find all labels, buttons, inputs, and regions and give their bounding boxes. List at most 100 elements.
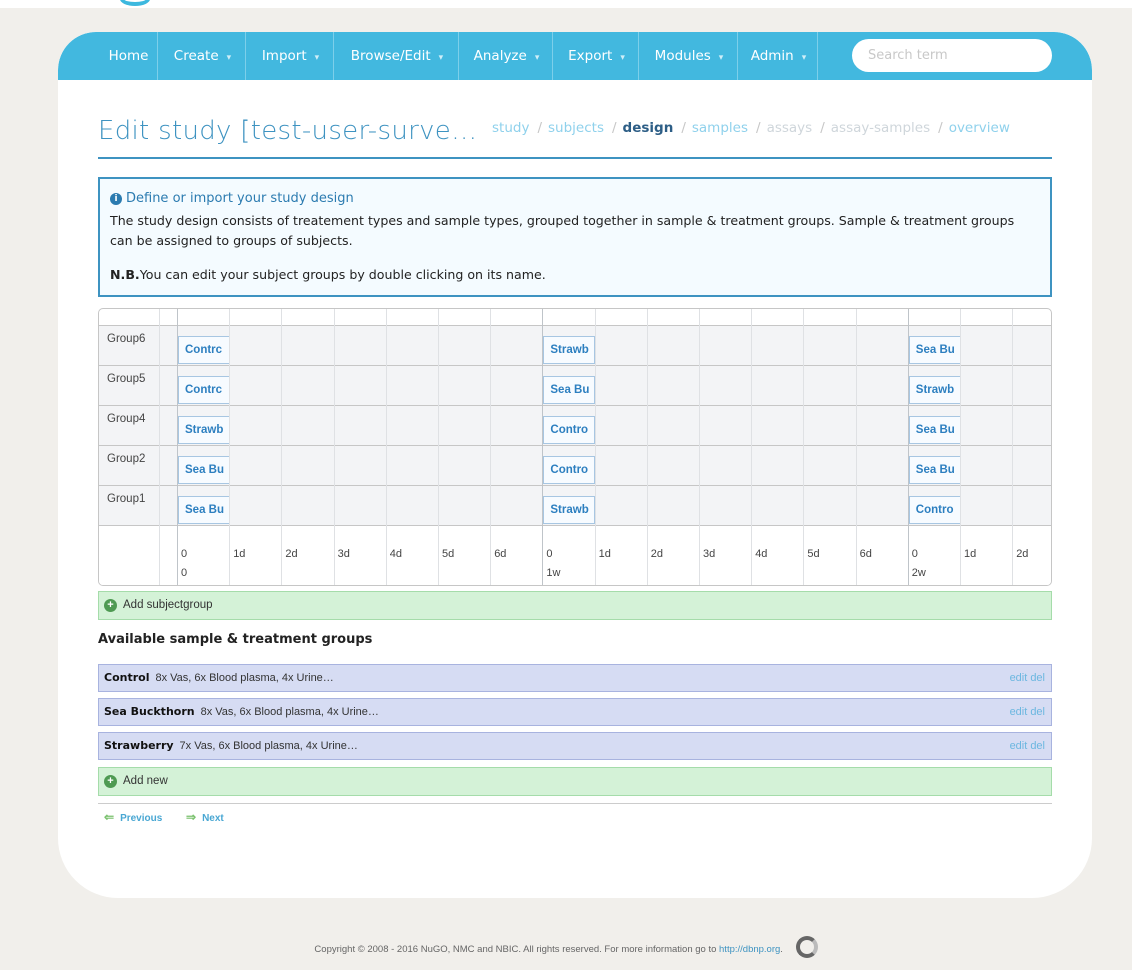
day-gridline: [751, 309, 753, 585]
nav-item-analyze[interactable]: Analyze ▾: [461, 32, 553, 80]
page-title: Edit study [test-user-surve…: [98, 116, 478, 146]
nav-item-create[interactable]: Create ▾: [160, 32, 246, 80]
chevron-down-icon: ▾: [620, 53, 625, 63]
step-samples[interactable]: samples: [692, 120, 748, 136]
day-gridline: [385, 309, 387, 585]
add-subjectgroup-button[interactable]: + Add subjectgroup: [98, 591, 1052, 620]
next-label: Next: [202, 813, 224, 824]
logo-icon: [120, 0, 150, 6]
day-gridline: [490, 309, 492, 585]
title-divider: [98, 157, 1052, 159]
treatment-event[interactable]: Strawb: [543, 336, 596, 364]
treatment-event[interactable]: Contrc: [178, 376, 230, 404]
study-timeline: Group6 Contrc Strawb Sea Bu Group5 Contrc Sea …: [98, 308, 1052, 586]
nav-item-admin[interactable]: Admin ▾: [740, 32, 818, 80]
nav-item-home[interactable]: Home: [100, 32, 158, 80]
subject-group-name[interactable]: Group6: [107, 333, 145, 345]
treatment-event[interactable]: Sea Bu: [178, 496, 230, 524]
main-card: HomeCreate▾Import▾Browse/Edit▾Analyze▾Ex…: [58, 32, 1092, 898]
nav-item-modules[interactable]: Modules ▾: [641, 32, 738, 80]
edit-link[interactable]: edit: [1010, 740, 1028, 752]
treatment-event[interactable]: Strawb: [908, 376, 961, 404]
subject-group-row: Group6 Contrc Strawb Sea Bu: [99, 326, 1051, 366]
delete-link[interactable]: del: [1030, 672, 1045, 684]
group-actions: edit del: [1007, 665, 1045, 691]
chevron-down-icon: ▾: [314, 53, 320, 63]
chevron-down-icon: ▾: [718, 53, 724, 63]
edit-link[interactable]: edit: [1010, 672, 1028, 684]
top-navbar: HomeCreate▾Import▾Browse/Edit▾Analyze▾Ex…: [58, 32, 1092, 80]
day-tick-label: 3d: [337, 548, 350, 560]
arrow-left-icon: ⇐: [104, 810, 115, 824]
dbnp-logo-icon: [795, 936, 818, 958]
subject-group-row: Group5 Contrc Sea Bu Strawb: [99, 366, 1051, 406]
subject-group-row: Group2 Sea Bu Contro Sea Bu: [99, 446, 1051, 486]
group-name: Strawberry: [104, 739, 174, 752]
wizard-steps: study / subjects / design / samples / assays / ass…: [492, 120, 1012, 136]
previous-link[interactable]: ⇐ Previous: [104, 810, 162, 824]
subject-group-name[interactable]: Group1: [107, 493, 145, 505]
day-tick-label: 2d: [1016, 548, 1029, 560]
nb-label: N.B.: [110, 267, 140, 282]
add-subjectgroup-label: Add subjectgroup: [123, 599, 213, 611]
day-tick-label: 2d: [650, 548, 664, 560]
day-tick-label: 4d: [755, 548, 768, 560]
day-gridline: [281, 309, 283, 585]
day-gridline: [960, 309, 961, 585]
subject-group-name[interactable]: Group4: [107, 413, 145, 425]
add-new-label: Add new: [123, 775, 168, 787]
treatment-event[interactable]: Strawb: [543, 496, 596, 524]
nav-item-label: Create: [173, 48, 219, 64]
step-overview[interactable]: overview: [949, 120, 1010, 136]
treatment-event[interactable]: Sea Bu: [908, 456, 961, 484]
step-separator: /: [820, 120, 825, 136]
day-tick-label: 4d: [389, 548, 403, 560]
step-separator: /: [756, 120, 761, 136]
day-tick-label: 0: [546, 548, 553, 560]
treatment-event[interactable]: Strawb: [178, 416, 230, 444]
nav-item-browse-edit[interactable]: Browse/Edit ▾: [336, 32, 459, 80]
treatment-event[interactable]: Sea Bu: [178, 456, 230, 484]
treatment-event[interactable]: Contro: [908, 496, 961, 524]
next-link[interactable]: ⇒ Next: [186, 810, 224, 824]
timeline-axis: 0 1d 2d 3d 4d 5d 6d 0 1d 2d 3d 4d 5d 6d 0 1d 2d 0 1w 2w: [99, 546, 1051, 585]
dbnp-link[interactable]: http://dbnp.org: [719, 944, 780, 955]
day-gridline: [803, 309, 805, 585]
step-separator: /: [611, 120, 617, 136]
timeline-header: [99, 309, 1051, 326]
nav-item-export[interactable]: Export ▾: [555, 32, 639, 80]
week-tick-label: 2w: [911, 567, 926, 579]
treatment-event[interactable]: Contro: [543, 456, 596, 484]
day-tick-label: 0: [181, 548, 188, 560]
nav-item-label: Modules: [654, 48, 711, 64]
day-tick-label: 1d: [598, 548, 611, 560]
day-tick-label: 6d: [859, 548, 872, 560]
step-separator: /: [537, 120, 543, 136]
arrow-right-icon: ⇒: [186, 810, 197, 824]
subject-group-name[interactable]: Group5: [107, 373, 145, 385]
step-subjects[interactable]: subjects: [548, 120, 604, 136]
group-description: 7x Vas, 6x Blood plasma, 4x Urine…: [179, 740, 358, 752]
edit-link[interactable]: edit: [1010, 706, 1028, 718]
step-design[interactable]: design: [623, 120, 674, 136]
subject-group-row: Group4 Strawb Contro Sea Bu: [99, 406, 1051, 446]
treatment-event[interactable]: Sea Bu: [908, 336, 961, 364]
treatment-event[interactable]: Sea Bu: [908, 416, 961, 444]
add-new-button[interactable]: + Add new: [98, 767, 1052, 796]
subject-group-row: Group1 Sea Bu Strawb Contro: [99, 486, 1051, 526]
search-input[interactable]: [852, 39, 1052, 72]
sample-treatment-group: Control 8x Vas, 6x Blood plasma, 4x Urine…: [98, 664, 1052, 692]
available-groups-title: Available sample & treatment groups: [98, 632, 373, 647]
step-study[interactable]: study: [492, 120, 529, 136]
step-assays: assays: [766, 120, 813, 136]
info-heading-text: Define or import your study design: [126, 191, 354, 206]
group-description: 8x Vas, 6x Blood plasma, 4x Urine…: [200, 706, 379, 718]
nav-item-import[interactable]: Import ▾: [248, 32, 334, 80]
delete-link[interactable]: del: [1030, 706, 1045, 718]
treatment-event[interactable]: Contro: [543, 416, 596, 444]
group-name: Sea Buckthorn: [104, 705, 195, 718]
treatment-event[interactable]: Sea Bu: [543, 376, 596, 404]
subject-group-name[interactable]: Group2: [107, 453, 145, 465]
treatment-event[interactable]: Contrc: [178, 336, 230, 364]
delete-link[interactable]: del: [1030, 740, 1045, 752]
